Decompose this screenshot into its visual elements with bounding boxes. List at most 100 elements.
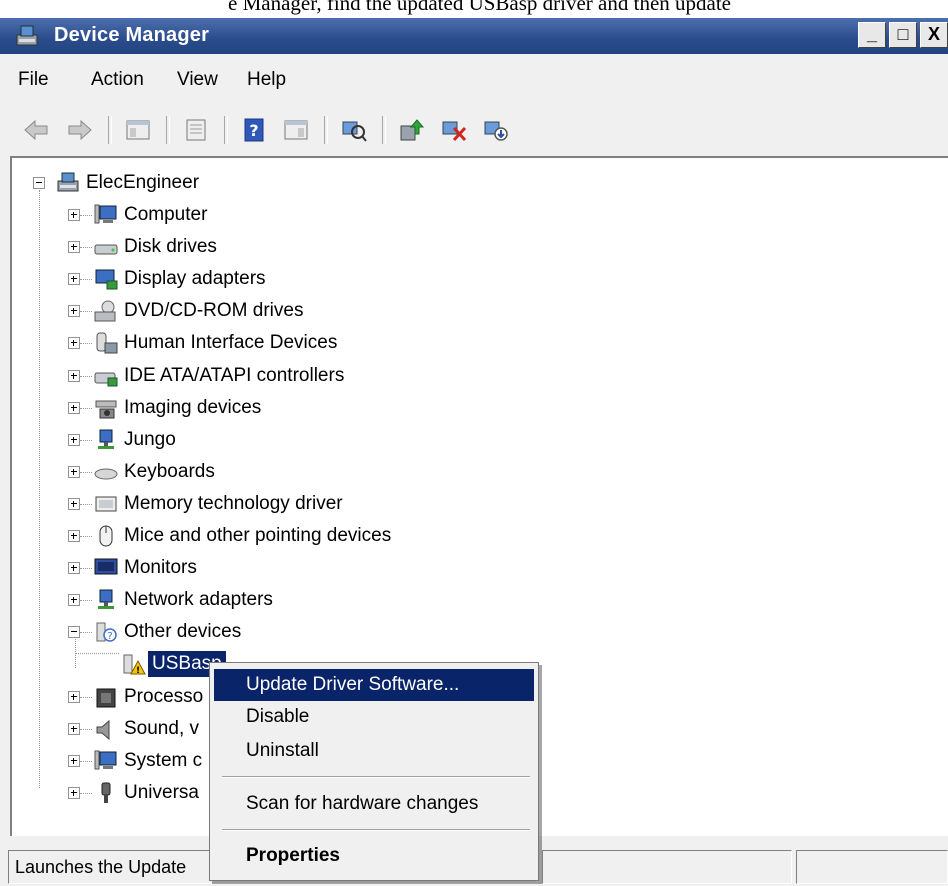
tree-category[interactable]: Disk drives <box>92 232 221 262</box>
forward-icon[interactable] <box>64 114 96 146</box>
tree-connector-line <box>80 697 92 698</box>
tree-connector-line <box>80 215 92 216</box>
tree-category[interactable]: Processo <box>92 682 207 712</box>
expand-toggle[interactable] <box>68 337 80 349</box>
expand-toggle[interactable] <box>68 466 80 478</box>
expand-toggle[interactable] <box>68 305 80 317</box>
tree-category[interactable]: Sound, v <box>92 714 203 744</box>
tree-item-label: Imaging devices <box>124 397 262 418</box>
tree-item-label: Other devices <box>124 621 242 642</box>
menu-item-uninstall[interactable]: Uninstall <box>214 735 534 767</box>
expand-toggle[interactable] <box>68 209 80 221</box>
minimize-button[interactable]: _ <box>858 22 886 48</box>
menu-item-scan-hardware[interactable]: Scan for hardware changes <box>214 788 534 820</box>
jungo-icon <box>92 426 120 454</box>
expand-toggle[interactable] <box>68 594 80 606</box>
tree-connector-line <box>80 279 92 280</box>
tree-category[interactable]: ? Other devices <box>92 617 245 647</box>
computer-root-icon <box>54 169 82 197</box>
tree-connector-line <box>80 632 92 633</box>
tree-category[interactable]: Network adapters <box>92 585 277 615</box>
hid-icon <box>92 329 120 357</box>
background-document-strip: e Manager, find the updated USBasp drive… <box>0 0 948 18</box>
expand-toggle[interactable] <box>68 370 80 382</box>
tree-connector-line <box>80 408 92 409</box>
show-hide-console-tree-icon[interactable] <box>122 114 154 146</box>
tree-item-label: Universa <box>124 782 199 803</box>
caption-buttons: _ □ X <box>855 22 948 50</box>
tree-connector-line <box>80 247 92 248</box>
uninstall-icon[interactable] <box>438 114 470 146</box>
expand-toggle[interactable] <box>68 787 80 799</box>
toolbar-separator <box>382 116 386 144</box>
unknown-device-icon: ? <box>92 618 120 646</box>
expand-toggle[interactable] <box>68 691 80 703</box>
properties-icon[interactable] <box>180 114 212 146</box>
menu-view[interactable]: View <box>177 62 218 98</box>
tree-category[interactable]: Universa <box>92 778 203 808</box>
menu-file[interactable]: File <box>18 62 49 98</box>
show-action-pane-icon[interactable] <box>280 114 312 146</box>
status-panel-2 <box>542 850 792 884</box>
collapse-toggle[interactable] <box>68 626 80 638</box>
tree-item-label: Display adapters <box>124 268 266 289</box>
tree-category[interactable]: Human Interface Devices <box>92 328 341 358</box>
menu-bar: File Action View Help <box>0 62 948 98</box>
expand-toggle[interactable] <box>68 241 80 253</box>
tree-connector-line <box>80 600 92 601</box>
tree-item-label: Jungo <box>124 429 176 450</box>
tree-item-label: Sound, v <box>124 718 199 739</box>
tree-category[interactable]: Display adapters <box>92 264 270 294</box>
scan-hardware-icon[interactable] <box>338 114 370 146</box>
tree-category[interactable]: Monitors <box>92 553 201 583</box>
expand-toggle[interactable] <box>68 755 80 767</box>
expand-toggle[interactable] <box>68 273 80 285</box>
status-panel-3 <box>796 850 948 884</box>
ide-controller-icon <box>92 362 120 390</box>
svg-text:?: ? <box>249 121 258 140</box>
close-button[interactable]: X <box>920 22 948 48</box>
context-menu: Update Driver Software... Disable Uninst… <box>209 662 539 881</box>
back-icon[interactable] <box>20 114 52 146</box>
maximize-button[interactable]: □ <box>889 22 917 48</box>
tree-category[interactable]: Computer <box>92 200 211 230</box>
tree-item-label: IDE ATA/ATAPI controllers <box>124 365 345 386</box>
menu-item-update-driver[interactable]: Update Driver Software... <box>214 669 534 701</box>
menu-item-disable[interactable]: Disable <box>214 701 534 733</box>
help-icon[interactable]: ? <box>238 114 270 146</box>
disable-icon[interactable] <box>480 114 512 146</box>
root-collapse-toggle[interactable] <box>33 177 45 189</box>
update-driver-icon[interactable] <box>396 114 428 146</box>
tree-category[interactable]: Mice and other pointing devices <box>92 521 395 551</box>
tree-category[interactable]: IDE ATA/ATAPI controllers <box>92 361 348 391</box>
expand-toggle[interactable] <box>68 434 80 446</box>
tree-connector-line <box>80 504 92 505</box>
tree-item-label: Human Interface Devices <box>124 332 338 353</box>
tree-root-label: ElecEngineer <box>86 172 200 193</box>
expand-toggle[interactable] <box>68 562 80 574</box>
tree-category[interactable]: DVD/CD-ROM drives <box>92 296 307 326</box>
menu-item-properties[interactable]: Properties <box>214 840 534 872</box>
tree-category[interactable]: Memory technology driver <box>92 489 347 519</box>
menu-help[interactable]: Help <box>247 62 286 98</box>
expand-toggle[interactable] <box>68 498 80 510</box>
tree-category[interactable]: Jungo <box>92 425 180 455</box>
warning-device-icon: ! <box>120 650 148 678</box>
tree-item-label: Memory technology driver <box>124 493 343 514</box>
tree-category[interactable]: Keyboards <box>92 457 219 487</box>
tree-connector-line <box>80 793 92 794</box>
expand-toggle[interactable] <box>68 402 80 414</box>
expand-toggle[interactable] <box>68 530 80 542</box>
tree-category[interactable]: Imaging devices <box>92 393 265 423</box>
tree-item-label: DVD/CD-ROM drives <box>124 300 304 321</box>
tree-root[interactable]: ElecEngineer <box>54 168 203 198</box>
window-title: Device Manager <box>54 24 210 46</box>
title-bar[interactable]: Device Manager _ □ X <box>0 18 948 54</box>
menu-action[interactable]: Action <box>91 62 144 98</box>
network-adapter-icon <box>92 586 120 614</box>
system-device-icon <box>92 747 120 775</box>
display-adapter-icon <box>92 265 120 293</box>
tree-category[interactable]: System c <box>92 746 206 776</box>
tree-item-label: Processo <box>124 686 204 707</box>
expand-toggle[interactable] <box>68 723 80 735</box>
